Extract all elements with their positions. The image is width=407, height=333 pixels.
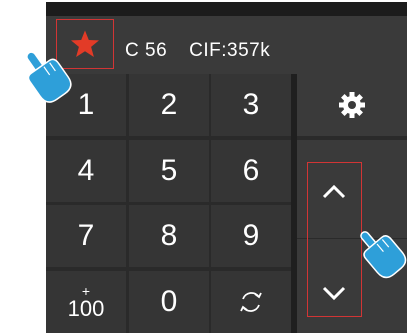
plus-100-label: + 100 bbox=[68, 284, 105, 320]
number-keypad: 1 2 3 4 5 6 7 8 9 + 100 0 bbox=[46, 74, 291, 333]
gear-icon bbox=[339, 92, 365, 118]
key-5[interactable]: 5 bbox=[129, 140, 209, 202]
key-8[interactable]: 8 bbox=[129, 205, 209, 267]
settings-button[interactable] bbox=[297, 74, 407, 136]
key-3[interactable]: 3 bbox=[211, 74, 291, 136]
swap-button[interactable] bbox=[211, 271, 291, 333]
key-9[interactable]: 9 bbox=[211, 205, 291, 267]
plus-100-button[interactable]: + 100 bbox=[46, 271, 126, 333]
side-controls bbox=[297, 74, 407, 333]
up-down-highlight bbox=[307, 162, 362, 317]
remote-screen: C 56 CIF:357k 1 2 3 4 5 6 7 8 9 + 100 0 bbox=[46, 2, 407, 333]
channel-label: C 56 bbox=[125, 40, 168, 61]
key-0[interactable]: 0 bbox=[129, 271, 209, 333]
hand-pointer-icon bbox=[360, 231, 407, 279]
key-2[interactable]: 2 bbox=[129, 74, 209, 136]
top-bar bbox=[46, 2, 407, 16]
status-text: C 56 CIF:357k bbox=[125, 40, 270, 62]
cif-label: CIF:357k bbox=[189, 40, 271, 61]
key-4[interactable]: 4 bbox=[46, 140, 126, 202]
hundred-value: 100 bbox=[67, 296, 105, 321]
swap-icon bbox=[240, 292, 262, 312]
hand-pointer-icon bbox=[26, 51, 72, 103]
status-bar: C 56 CIF:357k bbox=[46, 16, 407, 74]
key-6[interactable]: 6 bbox=[211, 140, 291, 202]
key-7[interactable]: 7 bbox=[46, 205, 126, 267]
